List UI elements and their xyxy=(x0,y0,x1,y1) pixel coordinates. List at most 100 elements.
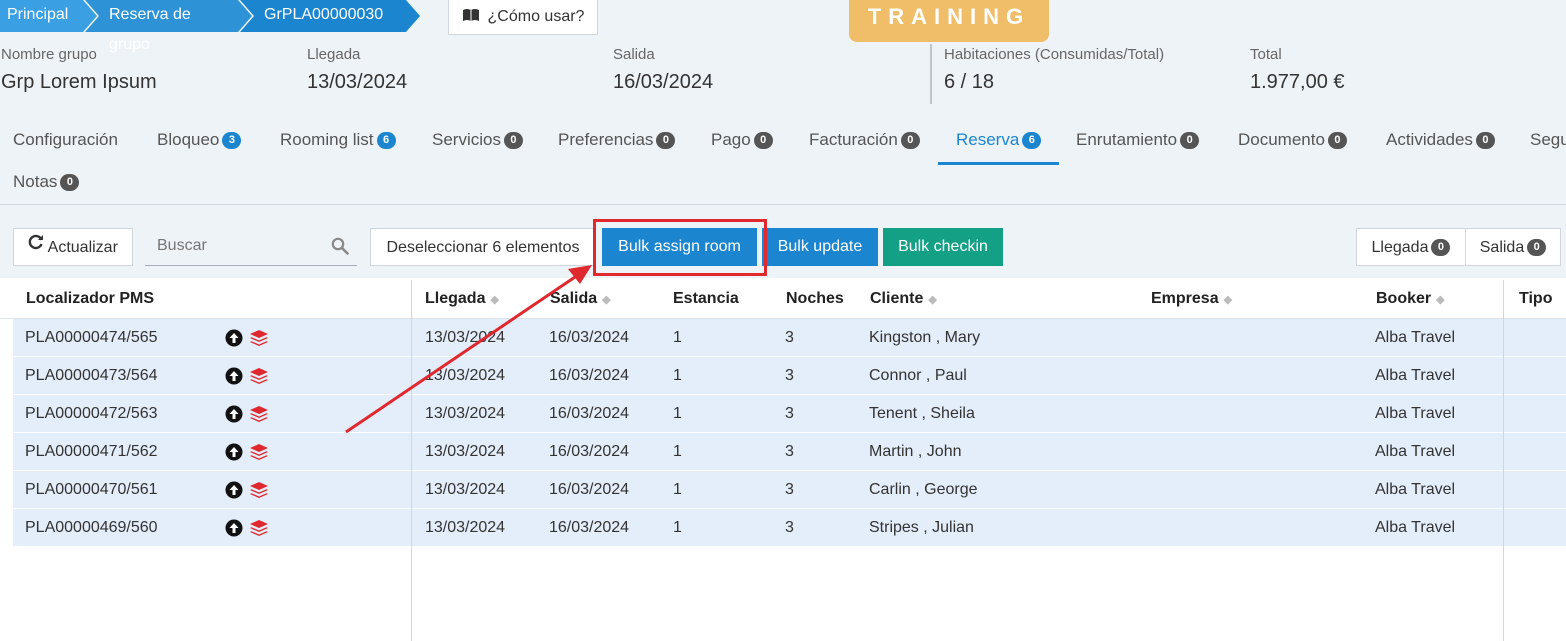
cell-nights: 3 xyxy=(785,519,794,536)
header-booker[interactable]: Booker ◆ xyxy=(1376,280,1445,318)
departure-filter-button[interactable]: Salida 0 xyxy=(1465,228,1561,266)
layers-icon[interactable] xyxy=(249,367,269,390)
cell-departure: 16/03/2024 xyxy=(549,367,630,384)
tabs-divider xyxy=(0,204,1566,205)
arrival-value: 13/03/2024 xyxy=(307,71,408,93)
tab-label: Notas xyxy=(13,172,58,191)
tab-label: Bloqueo xyxy=(157,130,220,149)
cell-stay: 1 xyxy=(673,405,682,422)
cell-arrival: 13/03/2024 xyxy=(425,481,506,498)
arrow-up-circle-icon[interactable] xyxy=(225,329,243,352)
cell-client: Martin , John xyxy=(869,443,962,460)
breadcrumb-principal[interactable]: Principal xyxy=(0,0,97,32)
header-arrival[interactable]: Llegada ◆ xyxy=(425,280,499,318)
sort-icon: ◆ xyxy=(928,294,937,306)
deselect-button[interactable]: Deseleccionar 6 elementos xyxy=(370,228,596,266)
header-client[interactable]: Cliente ◆ xyxy=(870,280,937,318)
search-icon[interactable] xyxy=(331,237,349,260)
sort-icon: ◆ xyxy=(1223,294,1233,306)
table-row[interactable]: PLA00000469/560 13/03/2024 16/03/2024 1 3 Str… xyxy=(13,509,1566,547)
tab-reserva[interactable]: Reserva 6 xyxy=(938,118,1060,165)
refresh-button[interactable]: Actualizar xyxy=(13,228,133,266)
departure-block: Salida 16/03/2024 xyxy=(613,46,713,94)
cell-booker: Alba Travel xyxy=(1375,481,1456,498)
total-block: Total 1.977,00 € xyxy=(1250,46,1345,94)
layers-icon[interactable] xyxy=(249,443,269,466)
tab-count-badge: 0 xyxy=(753,132,773,150)
cell-locator: PLA00000469/560 xyxy=(25,519,158,536)
tab-count-badge: 3 xyxy=(222,132,242,150)
rooms-value: 6 / 18 xyxy=(944,71,995,93)
cell-client: Kingston , Mary xyxy=(869,329,981,346)
tab-label: Facturación xyxy=(809,130,898,149)
tab-count-badge: 0 xyxy=(503,132,523,150)
arrow-up-circle-icon[interactable] xyxy=(225,519,243,542)
breadcrumb-current-group[interactable]: GrPLA00000030 xyxy=(240,0,420,32)
cell-booker: Alba Travel xyxy=(1375,405,1456,422)
header-nights[interactable]: Noches xyxy=(786,280,844,318)
type-column-divider xyxy=(1503,280,1504,641)
header-stay[interactable]: Estancia xyxy=(673,280,739,318)
arrow-up-circle-icon[interactable] xyxy=(225,367,243,390)
table-row[interactable]: PLA00000472/563 13/03/2024 16/03/2024 1 3 Ten… xyxy=(13,395,1566,433)
tab-configuracion[interactable]: Configuración xyxy=(13,118,118,162)
cell-stay: 1 xyxy=(673,443,682,460)
tab-documento[interactable]: Documento 0 xyxy=(1238,118,1347,162)
cell-nights: 3 xyxy=(785,443,794,460)
tab-servicios[interactable]: Servicios 0 xyxy=(432,118,523,162)
layers-icon[interactable] xyxy=(249,481,269,504)
rooms-block: Habitaciones (Consumidas/Total) 6 / 18 xyxy=(944,46,1164,94)
cell-departure: 16/03/2024 xyxy=(549,443,630,460)
bulk-update-button[interactable]: Bulk update xyxy=(762,228,878,266)
info-divider xyxy=(930,44,932,104)
arrow-up-circle-icon[interactable] xyxy=(225,443,243,466)
tab-seguimiento[interactable]: Segu xyxy=(1530,118,1566,162)
tab-label: Actividades xyxy=(1386,130,1473,149)
arrow-up-circle-icon[interactable] xyxy=(225,481,243,504)
table-header: Localizador PMS Llegada ◆ Salida ◆ Estanci… xyxy=(0,280,1566,319)
tab-label: Rooming list xyxy=(280,130,374,149)
arrow-up-circle-icon[interactable] xyxy=(225,405,243,428)
header-type[interactable]: Tipo xyxy=(1519,280,1552,318)
tab-count-badge: 0 xyxy=(656,132,676,150)
table-row[interactable]: PLA00000473/564 13/03/2024 16/03/2024 1 3 Con… xyxy=(13,357,1566,395)
arrival-filter-count: 0 xyxy=(1431,239,1451,257)
header-company[interactable]: Empresa ◆ xyxy=(1151,280,1232,318)
header-departure[interactable]: Salida ◆ xyxy=(550,280,611,318)
cell-booker: Alba Travel xyxy=(1375,519,1456,536)
table-row[interactable]: PLA00000470/561 13/03/2024 16/03/2024 1 3 Car… xyxy=(13,471,1566,509)
how-to-label: ¿Cómo usar? xyxy=(487,8,585,25)
tab-preferencias[interactable]: Preferencias 0 xyxy=(558,118,676,162)
tab-actividades[interactable]: Actividades 0 xyxy=(1386,118,1495,162)
refresh-label: Actualizar xyxy=(47,239,118,256)
search-input[interactable] xyxy=(145,228,327,264)
tab-notas[interactable]: Notas 0 xyxy=(13,160,80,204)
book-icon xyxy=(462,8,480,27)
arrival-filter-button[interactable]: Llegada 0 xyxy=(1356,228,1466,266)
bulk-checkin-button[interactable]: Bulk checkin xyxy=(883,228,1003,266)
cell-booker: Alba Travel xyxy=(1375,329,1456,346)
tab-bloqueo[interactable]: Bloqueo 3 xyxy=(157,118,242,162)
reservations-panel: Actualizar Deseleccionar 6 elementos Bul… xyxy=(0,216,1566,641)
cell-arrival: 13/03/2024 xyxy=(425,519,506,536)
tab-pago[interactable]: Pago 0 xyxy=(711,118,773,162)
refresh-icon xyxy=(28,227,44,265)
table-row[interactable]: PLA00000474/565 13/03/2024 16/03/2024 1 3 Kin… xyxy=(13,319,1566,357)
cell-arrival: 13/03/2024 xyxy=(425,443,506,460)
breadcrumb-group-reservation[interactable]: Reserva de grupo xyxy=(85,0,252,53)
tab-rooming-list[interactable]: Rooming list 6 xyxy=(280,118,396,162)
header-locator[interactable]: Localizador PMS xyxy=(26,280,154,318)
layers-icon[interactable] xyxy=(249,519,269,542)
tab-enrutamiento[interactable]: Enrutamiento 0 xyxy=(1076,118,1200,162)
cell-client: Stripes , Julian xyxy=(869,519,974,536)
how-to-button[interactable]: ¿Cómo usar? xyxy=(448,0,598,35)
cell-stay: 1 xyxy=(673,329,682,346)
cell-departure: 16/03/2024 xyxy=(549,481,630,498)
group-name-label: Nombre grupo xyxy=(1,46,97,63)
layers-icon[interactable] xyxy=(249,329,269,352)
table-row[interactable]: PLA00000471/562 13/03/2024 16/03/2024 1 3 Mar… xyxy=(13,433,1566,471)
layers-icon[interactable] xyxy=(249,405,269,428)
cell-departure: 16/03/2024 xyxy=(549,519,630,536)
cell-arrival: 13/03/2024 xyxy=(425,367,506,384)
tab-facturacion[interactable]: Facturación 0 xyxy=(809,118,920,162)
